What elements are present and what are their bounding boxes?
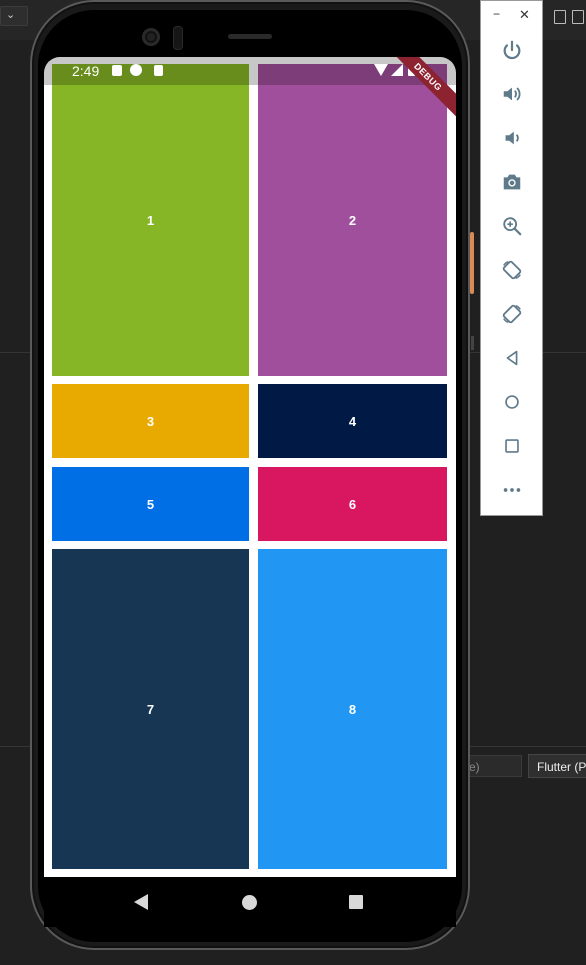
close-button[interactable]: ✕ bbox=[519, 7, 530, 23]
scrollbar-marker bbox=[471, 336, 474, 350]
ide-layout-icons bbox=[550, 8, 586, 26]
tile-5[interactable]: 5 bbox=[52, 467, 249, 541]
ide-dropdown[interactable]: ⌄ bbox=[0, 6, 28, 26]
tile-2[interactable]: 2 bbox=[258, 64, 447, 376]
status-time: 2:49 bbox=[72, 63, 100, 79]
more-button[interactable] bbox=[495, 475, 529, 505]
rotate-right-button[interactable] bbox=[495, 299, 529, 329]
earpiece-speaker bbox=[228, 34, 272, 39]
android-nav-bar bbox=[44, 877, 456, 927]
notification-a-icon bbox=[112, 65, 122, 76]
tile-label: 1 bbox=[146, 212, 155, 228]
panel-right-icon[interactable] bbox=[572, 10, 584, 24]
chevron-down-icon: ⌄ bbox=[6, 9, 16, 21]
overview-icon bbox=[505, 439, 519, 453]
nav-back-icon[interactable] bbox=[134, 894, 148, 910]
camera-icon bbox=[503, 174, 521, 190]
tile-1[interactable]: 1 bbox=[52, 64, 249, 376]
screenshot-button[interactable] bbox=[495, 167, 529, 197]
nav-recents-icon[interactable] bbox=[349, 895, 363, 909]
tile-6[interactable]: 6 bbox=[258, 467, 447, 541]
emulator-title-bar: − ✕ bbox=[481, 1, 542, 31]
tile-label: 2 bbox=[348, 212, 357, 228]
rotate-left-button[interactable] bbox=[495, 255, 529, 285]
zoom-icon bbox=[503, 217, 522, 236]
tile-7[interactable]: 7 bbox=[52, 549, 249, 869]
front-camera-icon bbox=[142, 28, 160, 46]
volume-up-button[interactable] bbox=[495, 79, 529, 109]
tile-3[interactable]: 3 bbox=[52, 384, 249, 458]
nav-home-icon[interactable] bbox=[242, 895, 257, 910]
zoom-button[interactable] bbox=[495, 211, 529, 241]
volume-up-icon bbox=[503, 87, 521, 101]
tile-4[interactable]: 4 bbox=[258, 384, 447, 458]
run-config-button[interactable]: Flutter (P bbox=[528, 754, 586, 778]
wifi-icon bbox=[374, 64, 388, 76]
volume-down-icon bbox=[505, 131, 519, 145]
tile-label: 6 bbox=[348, 496, 357, 512]
tile-label: 3 bbox=[146, 413, 155, 429]
more-icon bbox=[503, 488, 521, 492]
back-button[interactable] bbox=[495, 343, 529, 373]
rotate-right-icon bbox=[502, 304, 522, 324]
power-button[interactable] bbox=[495, 35, 529, 65]
signal-icon bbox=[391, 64, 403, 76]
sd-card-icon bbox=[154, 65, 163, 76]
scrollbar-thumb[interactable] bbox=[470, 232, 474, 294]
rotate-left-icon bbox=[502, 260, 522, 280]
power-icon bbox=[503, 40, 521, 60]
tile-8[interactable]: 8 bbox=[258, 549, 447, 869]
minimize-button[interactable]: − bbox=[493, 7, 500, 21]
panel-left-icon[interactable] bbox=[554, 10, 566, 24]
ide-input-field[interactable]: e) bbox=[462, 755, 522, 777]
tile-label: 5 bbox=[146, 496, 155, 512]
emulator-toolbar: − ✕ bbox=[480, 0, 543, 516]
back-icon bbox=[506, 350, 518, 366]
proximity-sensor bbox=[173, 26, 183, 50]
phone-screen: 2:49 DEBUG 1 2 3 4 5 6 7 8 bbox=[44, 57, 456, 877]
tile-label: 4 bbox=[348, 413, 357, 429]
home-icon bbox=[505, 395, 519, 409]
tile-label: 8 bbox=[348, 701, 357, 717]
volume-down-button[interactable] bbox=[495, 123, 529, 153]
notification-flutter-icon bbox=[130, 64, 142, 76]
status-bar: 2:49 bbox=[44, 57, 456, 85]
home-button[interactable] bbox=[495, 387, 529, 417]
overview-button[interactable] bbox=[495, 431, 529, 461]
tile-label: 7 bbox=[146, 701, 155, 717]
